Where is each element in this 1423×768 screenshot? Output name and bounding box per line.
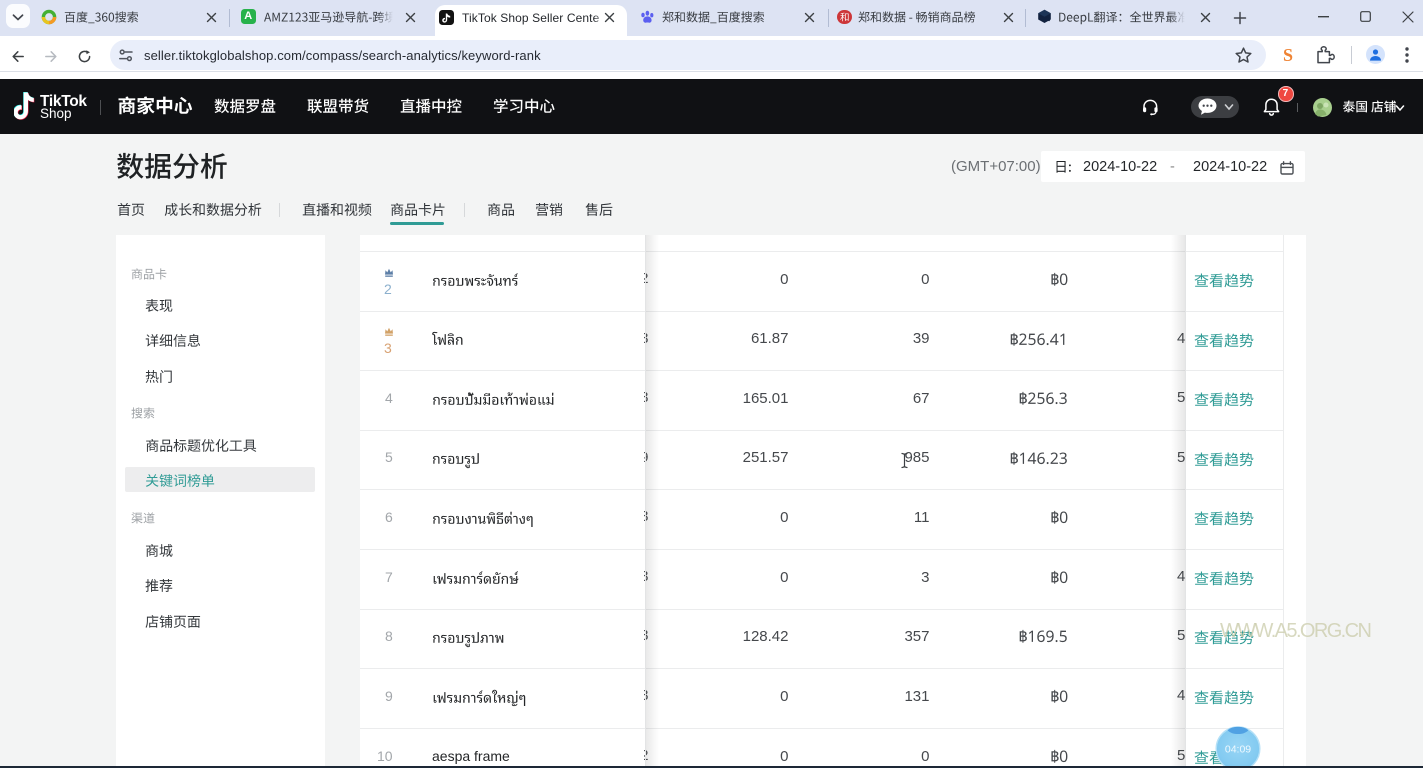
svg-text:04:09: 04:09: [1225, 743, 1251, 755]
